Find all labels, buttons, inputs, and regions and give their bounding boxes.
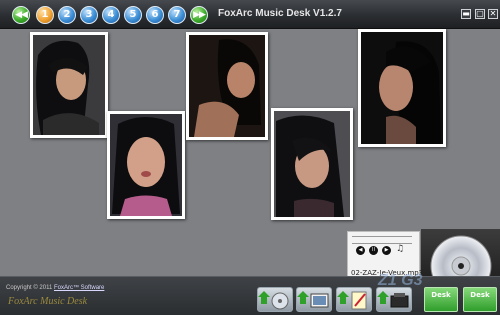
copyright-notice: Copyright © 2011 FoxArc™ Software <box>6 285 104 291</box>
previous-desk-button[interactable]: ◀◀ <box>12 6 30 24</box>
player-controls-strip <box>352 236 412 244</box>
add-photo-icon <box>297 291 329 308</box>
company-link[interactable]: FoxArc™ Software <box>54 285 104 291</box>
next-track-button[interactable]: ▶ <box>382 246 391 255</box>
photo-portrait-profile-dark[interactable] <box>186 32 268 140</box>
window-title: FoxArc Music Desk V1.2.7 <box>218 8 342 19</box>
add-photo-button[interactable] <box>296 287 332 312</box>
photo-portrait-looking-right[interactable] <box>30 32 108 138</box>
minimize-icon: ▬ <box>462 9 470 18</box>
photo-image <box>110 114 182 216</box>
desk-button-b[interactable]: Desk <box>463 287 497 312</box>
desk-button-a[interactable]: Desk <box>424 287 458 312</box>
photo-portrait-hair-over-face[interactable] <box>271 108 353 220</box>
music-note-icon: ♫ <box>396 244 405 254</box>
restore-icon: ▢ <box>476 9 484 18</box>
desk-area: ◀ II ▶ ♫ 02-ZAZ-Je-Veux.mp3 ♪ <box>0 29 500 304</box>
photo-portrait-kiss[interactable] <box>107 111 185 219</box>
previous-icon: ◀ <box>358 247 363 253</box>
title-bar: ◀◀ 1 2 3 4 5 6 7 ▶▶ FoxArc Music Desk V1… <box>0 0 500 29</box>
photo-image <box>189 35 265 137</box>
desk-button-5[interactable]: 5 <box>124 6 142 24</box>
bottom-bar: Copyright © 2011 FoxArc™ Software FoxArc… <box>0 276 500 315</box>
add-note-icon <box>337 291 367 310</box>
restore-button[interactable]: ▢ <box>475 9 485 19</box>
minimize-button[interactable]: ▬ <box>461 9 471 19</box>
next-icon: ▶ <box>384 247 389 253</box>
desk-button-1[interactable]: 1 <box>36 6 54 24</box>
close-button[interactable]: ✕ <box>488 9 498 19</box>
desk-button-6[interactable]: 6 <box>146 6 164 24</box>
add-music-icon <box>258 291 289 310</box>
settings-button[interactable] <box>376 287 412 312</box>
previous-track-button[interactable]: ◀ <box>356 246 365 255</box>
settings-icon <box>377 291 409 308</box>
desk-button-2[interactable]: 2 <box>58 6 76 24</box>
photo-portrait-profile-right[interactable] <box>358 29 446 147</box>
copyright-text: Copyright © 2011 <box>6 285 53 291</box>
add-music-button[interactable] <box>257 287 293 312</box>
photo-image <box>33 35 105 135</box>
photo-image <box>361 32 443 144</box>
desk-button-3[interactable]: 3 <box>80 6 98 24</box>
close-icon: ✕ <box>489 9 497 18</box>
brand-logo: FoxArc Music Desk <box>8 296 88 307</box>
site-watermark: Z1 G3 <box>378 272 423 289</box>
photo-image <box>274 111 350 217</box>
pause-button[interactable]: II <box>369 246 378 255</box>
desk-button-4[interactable]: 4 <box>102 6 120 24</box>
add-note-button[interactable] <box>336 287 372 312</box>
pause-icon: II <box>372 247 375 253</box>
